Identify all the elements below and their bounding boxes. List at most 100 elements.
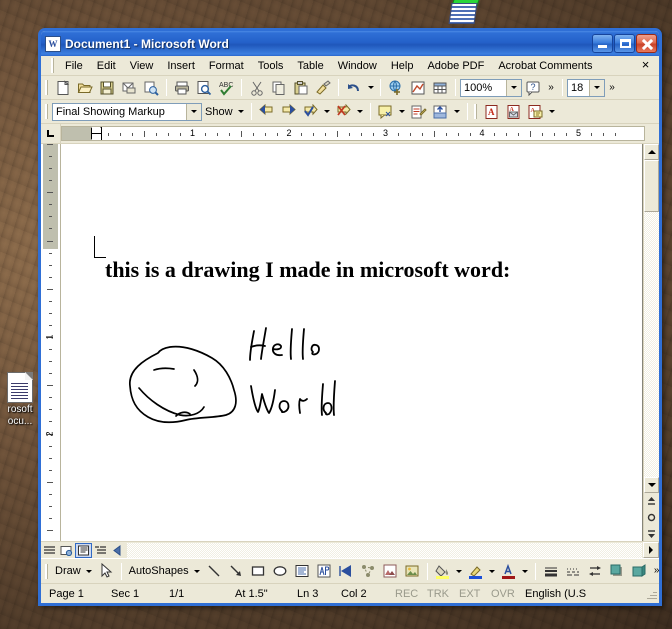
menu-table[interactable]: Table — [290, 58, 330, 74]
print-icon[interactable] — [171, 77, 193, 98]
vertical-scroll-track[interactable] — [644, 160, 659, 477]
arrow-icon[interactable] — [225, 561, 247, 582]
drawing-toolbar-gripper[interactable] — [45, 564, 48, 579]
line-icon[interactable] — [203, 561, 225, 582]
insert-chart-icon[interactable] — [407, 77, 429, 98]
tab-stop-selector[interactable] — [41, 124, 61, 143]
status-trk[interactable]: TRK — [427, 588, 459, 600]
font-color-dropdown-icon[interactable] — [520, 561, 531, 582]
autoshapes-menu-button[interactable]: AutoShapes — [126, 565, 192, 577]
menu-gripper[interactable] — [51, 58, 54, 73]
fill-color-dropdown-icon[interactable] — [454, 561, 465, 582]
menu-help[interactable]: Help — [384, 58, 421, 74]
scroll-right-button[interactable] — [643, 542, 659, 558]
status-rec[interactable]: REC — [395, 588, 427, 600]
word-drawing-canvas[interactable] — [114, 318, 400, 476]
close-document-icon[interactable]: × — [639, 59, 652, 72]
next-change-icon[interactable] — [278, 101, 300, 122]
scroll-down-button[interactable] — [644, 477, 659, 493]
status-language[interactable]: English (U.S — [525, 588, 586, 600]
new-comment-icon[interactable] — [375, 101, 397, 122]
help-icon[interactable]: ? — [522, 77, 544, 98]
normal-view-button[interactable] — [41, 543, 58, 558]
insert-wordart-icon[interactable] — [313, 561, 335, 582]
previous-change-icon[interactable] — [256, 101, 278, 122]
maximize-button[interactable] — [614, 34, 635, 53]
web-layout-view-button[interactable] — [58, 543, 75, 558]
insert-hyperlink-icon[interactable] — [385, 77, 407, 98]
insert-clip-art-icon[interactable] — [357, 561, 379, 582]
undo-icon[interactable] — [343, 77, 365, 98]
show-menu[interactable]: Show — [202, 106, 236, 118]
text-box-icon[interactable] — [291, 561, 313, 582]
resize-grip[interactable] — [643, 586, 659, 602]
draw-dropdown-icon[interactable] — [84, 561, 95, 582]
autoshapes-dropdown-icon[interactable] — [192, 561, 203, 582]
document-heading-text[interactable]: this is a drawing I made in microsoft wo… — [105, 257, 510, 283]
dash-style-icon[interactable] — [562, 561, 584, 582]
toolbar-gripper[interactable] — [45, 104, 48, 119]
close-button[interactable] — [636, 34, 657, 53]
reject-change-dropdown-icon[interactable] — [355, 101, 366, 122]
menu-adobe-pdf[interactable]: Adobe PDF — [420, 58, 491, 74]
show-dropdown-icon[interactable] — [236, 101, 247, 122]
convert-and-send-for-review-icon[interactable]: A — [525, 101, 547, 122]
display-for-review-combobox[interactable]: Final Showing Markup — [52, 103, 202, 121]
print-preview-icon[interactable] — [193, 77, 215, 98]
zoom-dropdown-icon[interactable] — [506, 80, 521, 96]
open-icon[interactable] — [74, 77, 96, 98]
vertical-ruler[interactable]: 12 — [41, 144, 61, 541]
select-objects-icon[interactable] — [95, 561, 117, 582]
reject-change-icon[interactable] — [333, 101, 355, 122]
line-color-icon[interactable] — [465, 561, 487, 582]
line-style-icon[interactable] — [540, 561, 562, 582]
spelling-grammar-icon[interactable]: ABC — [215, 77, 237, 98]
draw-menu-button[interactable]: Draw — [52, 565, 84, 577]
word-app-icon[interactable] — [45, 36, 61, 52]
font-color-icon[interactable] — [498, 561, 520, 582]
document-scroll-area[interactable]: this is a drawing I made in microsoft wo… — [61, 144, 643, 541]
print-layout-view-button[interactable] — [75, 543, 92, 558]
reviewing-pane-icon[interactable] — [430, 101, 452, 122]
title-bar[interactable]: Document1 - Microsoft Word — [41, 31, 659, 56]
drawing-toolbar-overflow-icon[interactable]: » — [650, 561, 659, 582]
zoom-combobox[interactable]: 100% — [460, 79, 522, 97]
line-color-dropdown-icon[interactable] — [487, 561, 498, 582]
insert-table-icon[interactable] — [429, 77, 451, 98]
acrobat-dropdown-icon[interactable] — [547, 101, 558, 122]
accept-change-icon[interactable] — [300, 101, 322, 122]
formatting-toolbar-overflow-icon[interactable]: » — [605, 77, 619, 98]
horizontal-ruler[interactable]: 12345 — [61, 126, 645, 141]
horizontal-scroll-track[interactable] — [127, 543, 642, 558]
shadow-style-icon[interactable] — [606, 561, 628, 582]
menu-tools[interactable]: Tools — [251, 58, 291, 74]
status-ovr[interactable]: OVR — [491, 588, 525, 600]
menu-format[interactable]: Format — [202, 58, 251, 74]
acrobat-toolbar-gripper[interactable] — [474, 104, 477, 119]
copy-icon[interactable] — [268, 77, 290, 98]
insert-photo-icon[interactable] — [401, 561, 423, 582]
save-icon[interactable] — [96, 77, 118, 98]
arrow-style-icon[interactable] — [584, 561, 606, 582]
font-size-dropdown-icon[interactable] — [589, 80, 604, 96]
paste-icon[interactable] — [290, 77, 312, 98]
accept-change-dropdown-icon[interactable] — [322, 101, 333, 122]
cut-icon[interactable] — [246, 77, 268, 98]
oval-icon[interactable] — [269, 561, 291, 582]
menu-acrobat-comments[interactable]: Acrobat Comments — [491, 58, 599, 74]
3d-style-icon[interactable] — [628, 561, 650, 582]
document-page[interactable]: this is a drawing I made in microsoft wo… — [61, 144, 643, 541]
menu-insert[interactable]: Insert — [160, 58, 202, 74]
standard-toolbar-overflow-icon[interactable]: » — [544, 77, 558, 98]
new-document-icon[interactable] — [52, 77, 74, 98]
vertical-scrollbar[interactable] — [643, 144, 659, 541]
convert-and-email-icon[interactable]: A — [503, 101, 525, 122]
outline-view-button[interactable] — [92, 543, 109, 558]
menu-window[interactable]: Window — [331, 58, 384, 74]
menu-view[interactable]: View — [123, 58, 161, 74]
menu-file[interactable]: File — [58, 58, 90, 74]
font-size-combobox[interactable]: 18 — [567, 79, 605, 97]
format-painter-icon[interactable] — [312, 77, 334, 98]
track-changes-icon[interactable] — [408, 101, 430, 122]
browse-next-icon[interactable] — [644, 525, 659, 541]
